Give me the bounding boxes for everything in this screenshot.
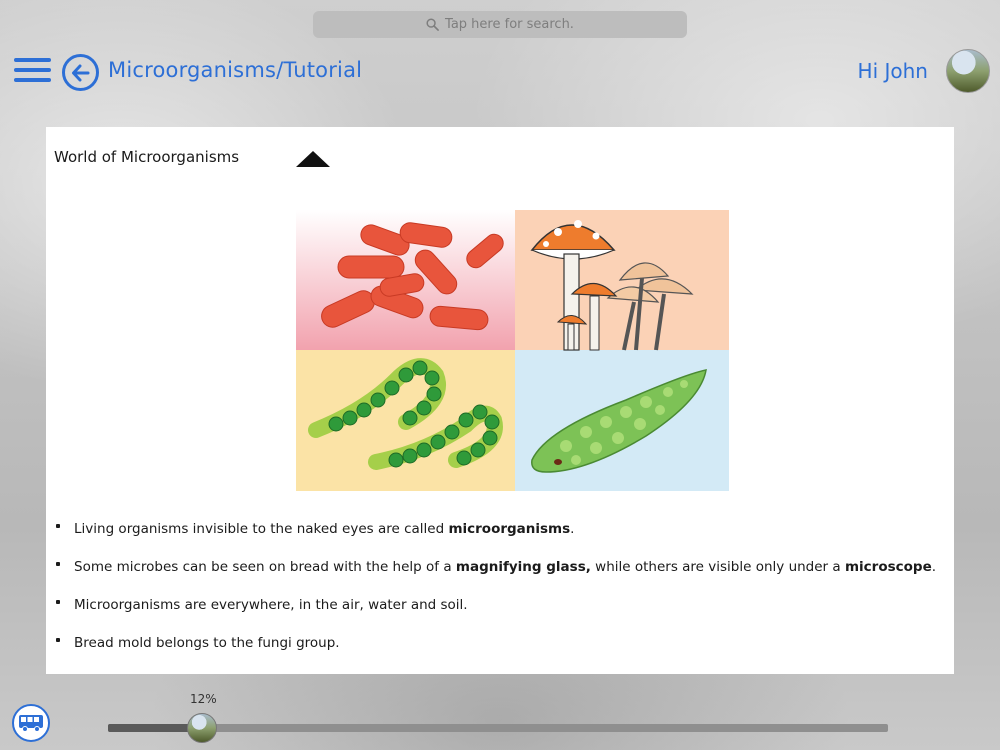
user-avatar[interactable] <box>946 49 990 93</box>
content-card: World of Microorganisms Living organisms… <box>46 127 954 674</box>
collapse-triangle-icon[interactable] <box>296 151 330 169</box>
bus-button[interactable] <box>12 704 50 742</box>
user-greeting: Hi John <box>857 59 928 83</box>
progress-track[interactable] <box>108 724 888 732</box>
menu-line <box>14 68 51 72</box>
back-button[interactable] <box>62 54 99 91</box>
search-bar[interactable]: Tap here for search. <box>313 11 687 38</box>
back-arrow-icon <box>71 64 89 81</box>
section-title: World of Microorganisms <box>54 148 240 166</box>
list-item: Some microbes can be seen on bread with … <box>54 557 944 595</box>
list-item: Living organisms invisible to the naked … <box>54 519 944 557</box>
bullet-bold-term: magnifying glass, <box>455 559 591 575</box>
progress-thumb[interactable] <box>186 713 217 743</box>
bullet-text: while others are visible only under a <box>590 559 845 575</box>
bullet-text: Microorganisms are everywhere, in the ai… <box>74 597 468 613</box>
page-title: Microorganisms/Tutorial <box>108 58 363 82</box>
bullet-text: . <box>931 559 937 575</box>
microorganisms-illustration <box>296 210 729 491</box>
list-item: Microorganisms are everywhere, in the ai… <box>54 595 944 633</box>
bullet-text: . <box>570 521 575 537</box>
bus-icon <box>19 715 43 732</box>
menu-line <box>14 58 51 62</box>
bullet-bold-term: microorganisms <box>448 521 571 537</box>
progress-percent: 12% <box>190 692 217 706</box>
list-item: Bread mold belongs to the fungi group. <box>54 633 944 671</box>
bullet-text: Bread mold belongs to the fungi group. <box>74 635 340 651</box>
hamburger-menu-icon[interactable] <box>14 58 51 85</box>
search-placeholder: Tap here for search. <box>445 17 574 32</box>
key-points-list: Living organisms invisible to the naked … <box>54 519 944 671</box>
bullet-text: Some microbes can be seen on bread with … <box>74 559 456 575</box>
menu-line <box>14 78 51 82</box>
bullet-text: Living organisms invisible to the naked … <box>74 521 449 537</box>
search-icon <box>426 18 439 31</box>
bullet-bold-term: microscope <box>844 559 932 575</box>
